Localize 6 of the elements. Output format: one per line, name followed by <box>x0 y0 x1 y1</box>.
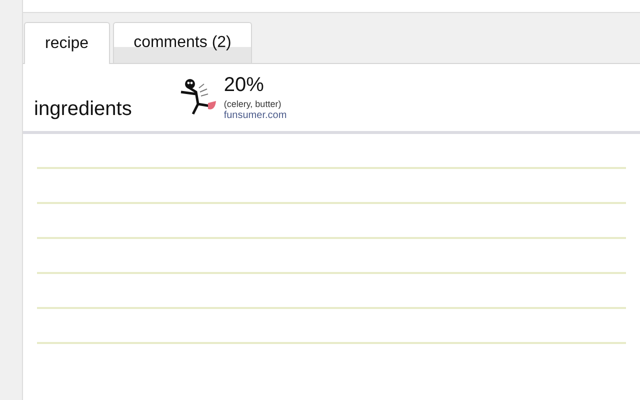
site-link[interactable]: funsumer.com <box>224 110 287 122</box>
score-text: 20% <box>224 74 265 96</box>
foods-text: (celery, butter) <box>224 99 282 110</box>
tab[interactable]: recipe <box>24 22 110 64</box>
tab[interactable]: comments (2) <box>112 22 252 63</box>
section-heading: ingredients <box>34 97 132 122</box>
